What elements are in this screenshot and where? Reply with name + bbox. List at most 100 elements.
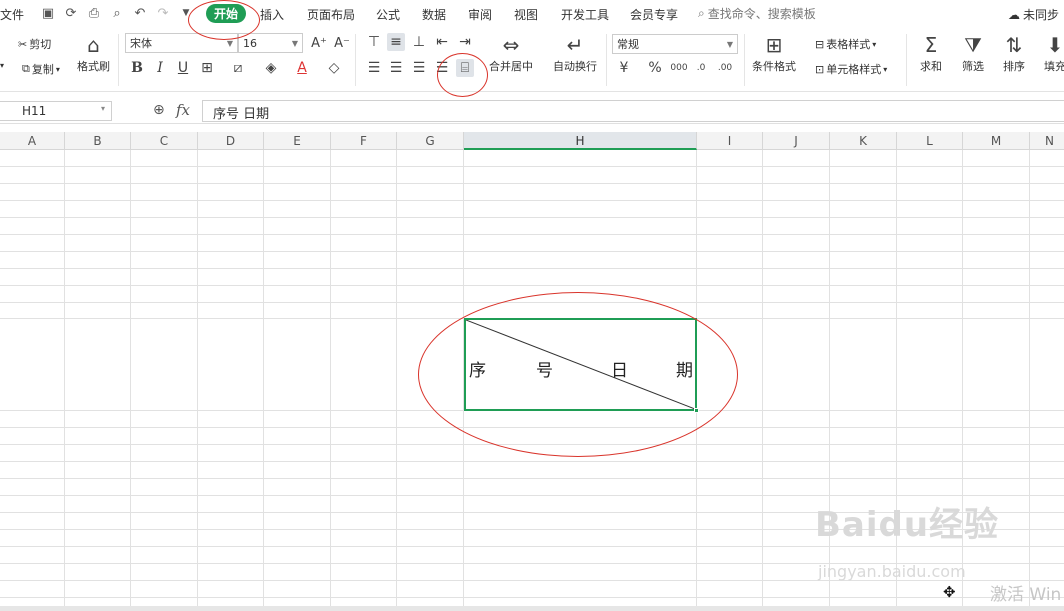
undo-icon[interactable]: ↶: [132, 5, 148, 21]
cut-button[interactable]: ✂ 剪切: [18, 36, 51, 52]
horizontal-scrollbar[interactable]: [0, 606, 1064, 611]
font-size-select[interactable]: 16 ▼: [238, 33, 303, 53]
gridline: [0, 495, 1064, 496]
name-box[interactable]: H11 ▾: [0, 101, 112, 121]
wrap-text-button[interactable]: ↵ 自动换行: [553, 34, 597, 74]
copy-icon: ⧉: [22, 62, 30, 75]
print-icon[interactable]: ⎙: [86, 5, 102, 21]
fill-down-icon: ⬇: [1046, 33, 1064, 57]
gridline: [762, 150, 763, 611]
divider: [355, 34, 356, 86]
table-style-button[interactable]: ⊟ 表格样式 ▾: [815, 36, 876, 52]
number-format-select[interactable]: 常规 ▼: [612, 34, 738, 54]
increase-decimal-icon[interactable]: .0: [692, 59, 710, 77]
column-header-k[interactable]: K: [830, 132, 897, 150]
tab-view[interactable]: 视图: [514, 6, 538, 23]
chevron-down-icon: ▾: [100, 104, 105, 113]
increase-font-icon[interactable]: A⁺: [310, 34, 328, 52]
annotation-ellipse-home-tab: [188, 0, 260, 40]
column-header-c[interactable]: C: [131, 132, 198, 150]
column-header-i[interactable]: I: [697, 132, 763, 150]
cell-style-button[interactable]: ⊡ 单元格样式 ▾: [815, 61, 887, 77]
formula-input[interactable]: 序号 日期: [202, 100, 1064, 122]
sync-status[interactable]: ☁ 未同步: [1008, 6, 1059, 23]
activate-windows-watermark: 激活 Win: [990, 585, 1062, 605]
column-header-h[interactable]: H: [464, 132, 697, 150]
percent-icon[interactable]: %: [646, 59, 664, 77]
decrease-indent-icon[interactable]: ⇤: [433, 33, 451, 51]
annotation-ellipse-cell: [418, 292, 738, 457]
brush-icon: ⌂: [87, 33, 100, 57]
tab-developer[interactable]: 开发工具: [561, 6, 609, 23]
fill-color-icon[interactable]: ◈: [262, 59, 280, 77]
conditional-format-button[interactable]: ⊞ 条件格式: [752, 34, 796, 74]
tab-page-layout[interactable]: 页面布局: [307, 6, 355, 23]
sort-button[interactable]: ⇅ 排序: [1003, 34, 1025, 74]
filter-button[interactable]: ⧩ 筛选: [962, 34, 984, 74]
copy-button[interactable]: ⧉ 复制 ▾: [22, 61, 60, 77]
increase-indent-icon[interactable]: ⇥: [456, 33, 474, 51]
column-header-j[interactable]: J: [763, 132, 830, 150]
column-header-d[interactable]: D: [198, 132, 264, 150]
align-middle-icon[interactable]: ≡: [387, 33, 405, 51]
insert-function-icon[interactable]: fx: [176, 101, 190, 119]
font-color-icon[interactable]: A: [293, 59, 311, 77]
diagonal-border-icon[interactable]: ⧄: [229, 59, 247, 77]
tab-data[interactable]: 数据: [422, 6, 446, 23]
align-bottom-icon[interactable]: ⊥: [410, 33, 428, 51]
gridline: [0, 251, 1064, 252]
gridline: [0, 166, 1064, 167]
column-header-a[interactable]: A: [0, 132, 65, 150]
command-search[interactable]: ⌕ 查找命令、搜索模板: [698, 5, 816, 22]
align-center-icon[interactable]: ☰: [387, 59, 405, 77]
italic-icon[interactable]: I: [151, 59, 169, 77]
column-header-m[interactable]: M: [963, 132, 1030, 150]
tab-member[interactable]: 会员专享: [630, 6, 678, 23]
thousands-separator-icon[interactable]: 000: [670, 59, 688, 77]
align-left-icon[interactable]: ☰: [365, 59, 383, 77]
column-header-e[interactable]: E: [264, 132, 331, 150]
tab-formulas[interactable]: 公式: [376, 6, 400, 23]
sigma-icon: Σ: [924, 33, 938, 57]
tab-insert[interactable]: 插入: [260, 6, 284, 23]
scissors-icon: ✂: [18, 37, 28, 51]
align-top-icon[interactable]: ⊤: [365, 33, 383, 51]
cloud-save-icon[interactable]: ⟳: [63, 5, 79, 21]
gridline: [396, 150, 397, 611]
currency-icon[interactable]: ¥: [615, 59, 633, 77]
paste-dropdown[interactable]: ▾: [0, 61, 4, 70]
align-right-icon[interactable]: ☰: [410, 59, 428, 77]
column-header-l[interactable]: L: [897, 132, 963, 150]
decrease-decimal-icon[interactable]: .00: [716, 59, 734, 77]
divider: [606, 34, 607, 86]
formula-bar: H11 ▾ ⊕ fx 序号 日期: [0, 98, 1064, 124]
redo-icon[interactable]: ↷: [155, 5, 171, 21]
clear-format-icon[interactable]: ◇: [325, 59, 343, 77]
zoom-formula-icon[interactable]: ⊕: [153, 102, 165, 118]
annotation-ellipse-align-button: [437, 53, 488, 97]
menu-bar: 文件 ▣ ⟳ ⎙ ⌕ ↶ ↷ ▼ 开始 插入 页面布局 公式 数据 审阅 视图 …: [0, 0, 1064, 28]
column-header-g[interactable]: G: [397, 132, 464, 150]
search-icon: ⌕: [698, 6, 705, 20]
fill-button[interactable]: ⬇ 填充: [1044, 34, 1064, 74]
table-style-icon: ⊟: [815, 37, 825, 51]
divider: [906, 34, 907, 86]
tab-review[interactable]: 审阅: [468, 6, 492, 23]
sum-button[interactable]: Σ 求和: [920, 34, 942, 74]
gridline: [0, 234, 1064, 235]
decrease-font-icon[interactable]: A⁻: [333, 34, 351, 52]
borders-icon[interactable]: ⊞: [198, 59, 216, 77]
merge-center-button[interactable]: ⇔ 合并居中: [489, 34, 533, 74]
column-header-b[interactable]: B: [65, 132, 131, 150]
format-painter-button[interactable]: ⌂ 格式刷: [77, 34, 110, 74]
cursor-crosshair-icon: ✥: [943, 583, 956, 601]
menu-file[interactable]: 文件: [0, 6, 24, 23]
bold-icon[interactable]: B: [128, 59, 146, 77]
underline-icon[interactable]: U: [174, 59, 192, 77]
ribbon-toolbar: ✂ 剪切 ▾ ⧉ 复制 ▾ ⌂ 格式刷 宋体 ▼ 16 ▼ A⁺ A⁻ B I U ⊞ ⧄…: [0, 28, 1064, 92]
column-header-n[interactable]: N: [1030, 132, 1064, 150]
print-preview-icon[interactable]: ⌕: [109, 5, 125, 21]
column-header-f[interactable]: F: [331, 132, 397, 150]
chevron-down-icon: ▾: [0, 61, 5, 70]
save-icon[interactable]: ▣: [40, 5, 56, 21]
